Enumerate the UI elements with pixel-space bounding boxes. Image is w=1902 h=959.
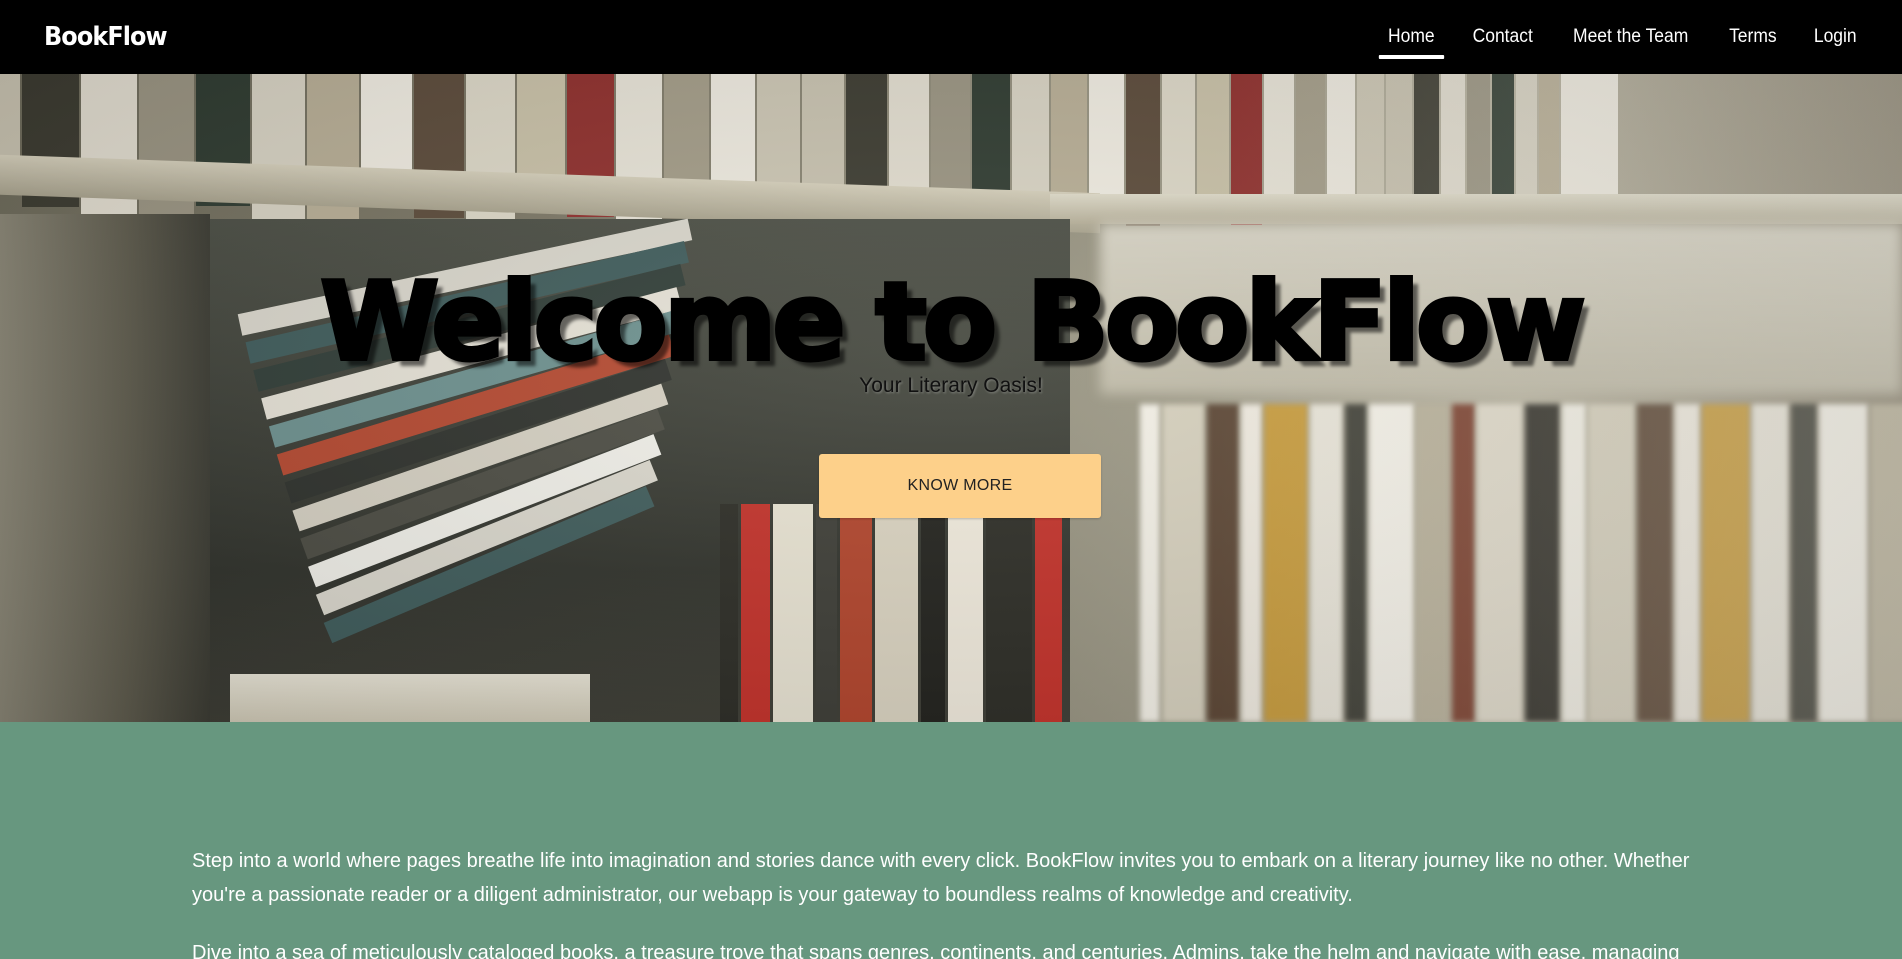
nav-link-contact[interactable]: Contact [1473, 0, 1533, 74]
nav-links: Home Contact Meet the Team Terms Login [1353, 0, 1858, 74]
know-more-button[interactable]: KNOW MORE [819, 454, 1101, 518]
about-paragraph: Step into a world where pages breathe li… [192, 850, 1690, 906]
nav-link-meet-the-team[interactable]: Meet the Team [1573, 0, 1688, 74]
hero-section: Welcome to BookFlow Your Literary Oasis!… [0, 74, 1902, 722]
top-navbar: BookFlow Home Contact Meet the Team Term… [0, 0, 1902, 74]
hero-overlay [0, 74, 1902, 722]
nav-link-home[interactable]: Home [1379, 0, 1444, 74]
about-paragraph: Dive into a sea of meticulously cataloge… [192, 942, 1680, 959]
about-section: Step into a world where pages breathe li… [0, 722, 1902, 959]
nav-link-login[interactable]: Login [1813, 0, 1856, 74]
nav-link-terms[interactable]: Terms [1729, 0, 1777, 74]
hero-subtitle: Your Literary Oasis! [859, 374, 1043, 397]
hero-title: Welcome to BookFlow [318, 258, 1588, 387]
brand-logo[interactable]: BookFlow [44, 22, 168, 52]
